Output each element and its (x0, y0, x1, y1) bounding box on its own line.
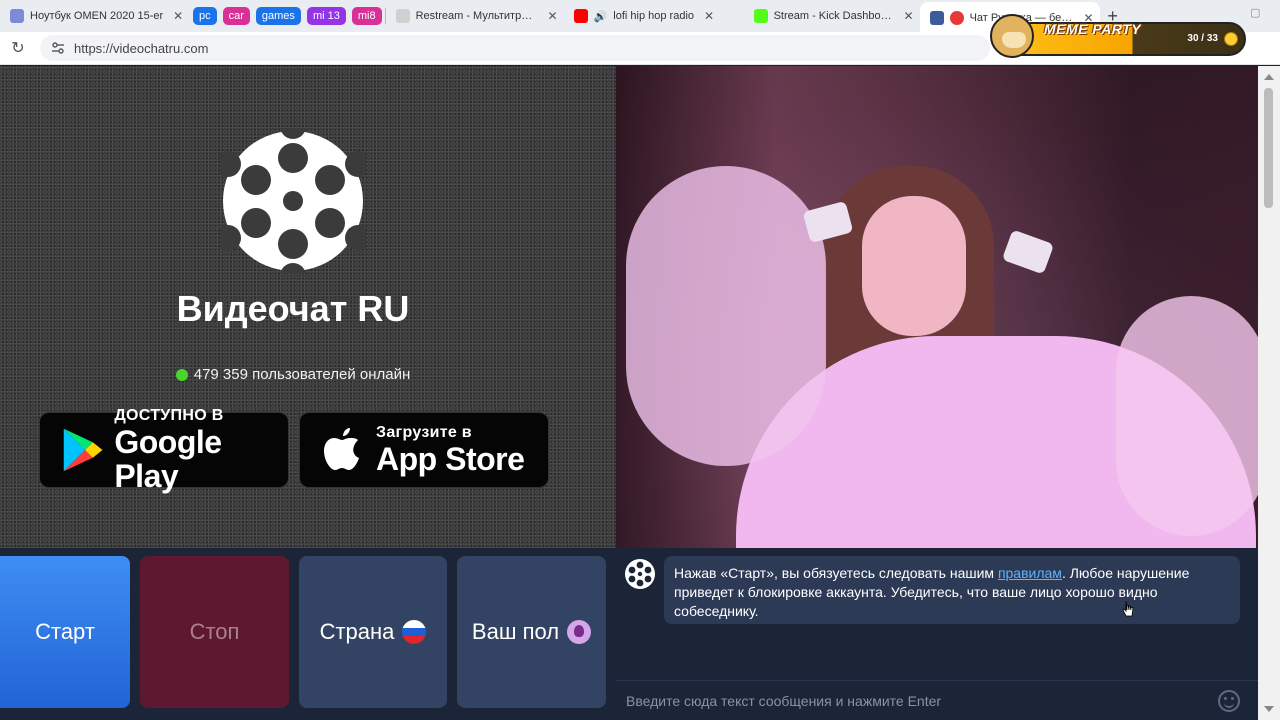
recording-icon (949, 11, 964, 25)
extension-count: 30 / 33 (1187, 33, 1218, 44)
browser-tab[interactable]: 🔊 lofi hip hop radio ✕ (564, 2, 744, 30)
chat-message-input[interactable] (626, 685, 1218, 716)
tab-group-car[interactable]: car (222, 7, 250, 25)
tab-favicon-icon (929, 11, 944, 25)
coin-icon (1224, 32, 1238, 46)
tab-group-games[interactable]: games (255, 7, 301, 25)
google-play-text: ДОСТУПНО В Google Play (114, 407, 288, 493)
browser-tab[interactable]: Restream - Мультитрансля ✕ (386, 2, 564, 30)
tab-group-mi13[interactable]: mi 13 (306, 7, 346, 25)
tab-group-pc[interactable]: pc (193, 7, 217, 25)
meme-party-extension-badge[interactable]: MEME PARTY 30 / 33 (990, 14, 1246, 58)
rules-link[interactable]: правилам (998, 565, 1062, 581)
tab-title: Stream - Kick Dashboard (773, 10, 894, 22)
tab-title: Restream - Мультитрансля (415, 10, 538, 22)
scroll-down-arrow-icon[interactable] (1264, 706, 1274, 712)
page-scrollbar[interactable] (1258, 66, 1280, 720)
tab-favicon-icon (10, 9, 24, 23)
app-store-text: Загрузите в App Store (376, 424, 525, 477)
chat-input-row (616, 680, 1258, 720)
start-button-label: Старт (35, 619, 95, 644)
mouse-cursor-icon (1122, 600, 1134, 617)
message-text-before: Нажав «Старт», вы обязуетесь следовать н… (674, 565, 998, 581)
extension-title: MEME PARTY (1044, 21, 1142, 37)
app-store-button[interactable]: Загрузите в App Store (299, 412, 549, 488)
close-tab-icon[interactable]: ✕ (704, 9, 714, 23)
page-content: Видеочат RU 479 359 пользователей онлайн… (0, 66, 1258, 720)
system-message: Нажав «Старт», вы обязуетесь следовать н… (664, 556, 1240, 624)
kick-favicon-icon (753, 9, 768, 23)
restore-window-icon[interactable]: ▢ (1250, 6, 1266, 22)
youtube-favicon-icon (573, 9, 588, 23)
close-tab-icon[interactable]: ✕ (904, 9, 914, 23)
url-text: https://videochatru.com (74, 40, 209, 56)
tab-group-mi8[interactable]: mi8 (351, 7, 382, 25)
gender-button[interactable]: Ваш пол (457, 556, 606, 708)
roulette-bot-icon (625, 559, 655, 589)
scrollbar-thumb[interactable] (1264, 88, 1273, 208)
landing-panel: Видеочат RU 479 359 пользователей онлайн… (0, 66, 616, 548)
browser-tab[interactable]: Ноутбук OMEN 2020 15-er ✕ (0, 2, 190, 30)
tab-favicon-icon (395, 9, 410, 23)
site-info-icon[interactable] (50, 40, 66, 56)
speaker-icon[interactable]: 🔊 (594, 10, 608, 23)
chat-panel: Нажав «Старт», вы обязуетесь следовать н… (616, 548, 1258, 720)
tab-title: Ноутбук OMEN 2020 15-er (30, 10, 164, 22)
app-store-label: App Store (376, 441, 525, 477)
scroll-up-arrow-icon[interactable] (1264, 74, 1274, 80)
stop-button-label: Стоп (189, 619, 240, 644)
online-status-icon (175, 368, 188, 381)
stop-button[interactable]: Стоп (140, 556, 289, 708)
video-arm-shape (1116, 296, 1258, 536)
video-face-shape (862, 196, 966, 336)
country-button[interactable]: Страна (299, 556, 447, 708)
close-tab-icon[interactable]: ✕ (173, 9, 183, 23)
google-play-label: Google Play (114, 424, 222, 494)
video-arm-shape (626, 166, 826, 466)
gender-button-label: Ваш пол (471, 619, 560, 644)
russia-flag-icon (402, 620, 427, 644)
reload-icon[interactable]: ↻ (8, 38, 28, 58)
control-buttons: Старт Стоп Страна Ваш пол (0, 548, 616, 720)
tab-title: lofi hip hop radio (613, 10, 695, 22)
roulette-logo-icon (220, 128, 366, 274)
browser-tab[interactable]: Stream - Kick Dashboard ✕ (744, 2, 920, 30)
site-title: Видеочат RU (176, 288, 410, 329)
google-play-caption: ДОСТУПНО В (114, 407, 224, 424)
country-button-label: Страна (319, 619, 395, 644)
partner-video-feed (616, 66, 1258, 548)
online-counter: 479 359 пользователей онлайн (0, 366, 586, 383)
app-store-caption: Загрузите в (376, 424, 472, 441)
address-bar[interactable]: https://videochatru.com (40, 35, 990, 61)
start-button[interactable]: Старт (0, 556, 130, 708)
online-count-text: 479 359 пользователей онлайн (193, 366, 411, 383)
apple-icon (324, 428, 359, 470)
google-play-icon (63, 428, 103, 472)
close-tab-icon[interactable]: ✕ (548, 9, 558, 23)
doge-avatar-icon (990, 14, 1034, 58)
female-avatar-icon (567, 620, 592, 644)
google-play-button[interactable]: ДОСТУПНО В Google Play (39, 407, 289, 493)
emoji-icon[interactable] (1218, 689, 1240, 712)
